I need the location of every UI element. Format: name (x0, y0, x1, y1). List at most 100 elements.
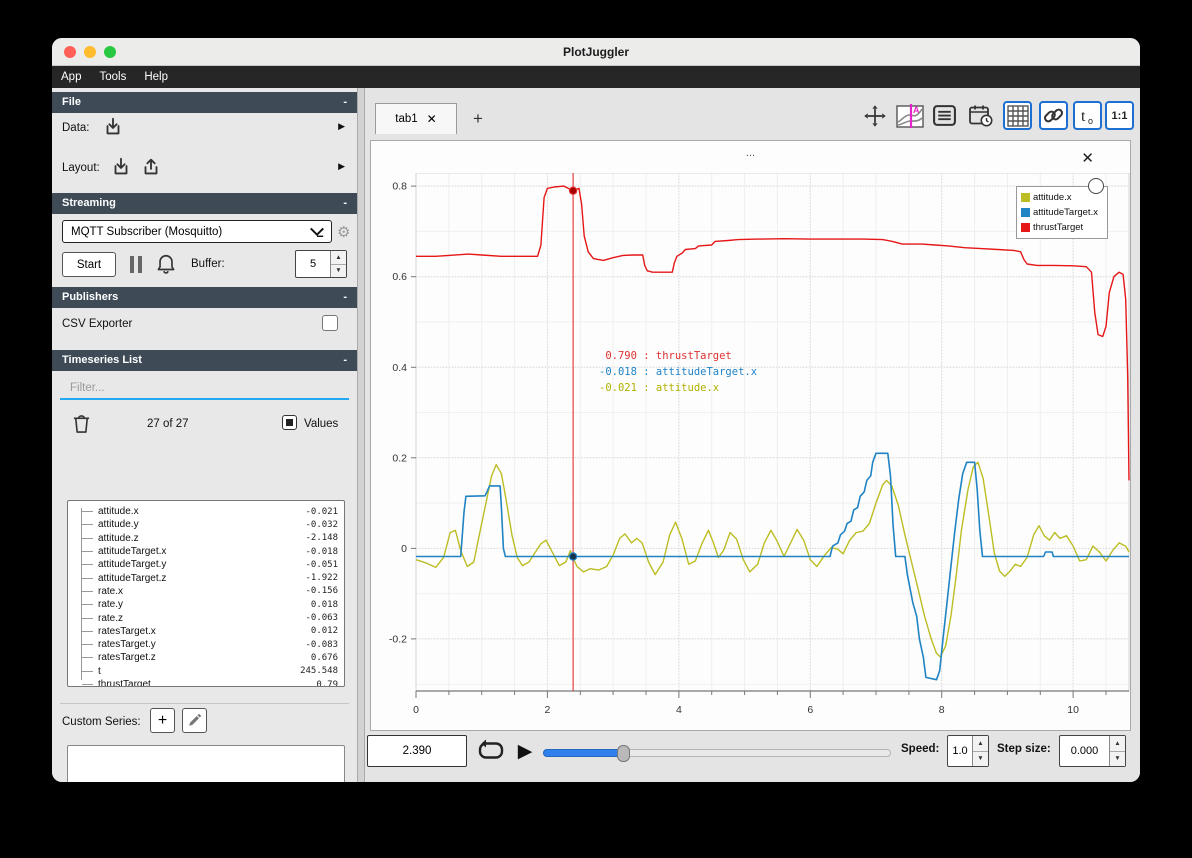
tree-guide-line (81, 508, 82, 680)
timeseries-row[interactable]: attitudeTarget.z -1.922 (74, 571, 338, 584)
legend-toggle-icon[interactable] (1088, 178, 1104, 194)
timeseries-section-header[interactable]: Timeseries List - (52, 350, 357, 371)
timeseries-row[interactable]: rate.z -0.063 (74, 611, 338, 624)
trash-icon[interactable] (72, 413, 91, 434)
slider-handle[interactable] (617, 745, 631, 762)
timeseries-row[interactable]: attitudeTarget.x -0.018 (74, 545, 338, 558)
link-axes-button[interactable] (1039, 101, 1068, 130)
timeseries-name[interactable]: ratesTarget.x (98, 626, 311, 637)
timeseries-name[interactable]: attitude.y (98, 519, 305, 530)
collapse-icon[interactable]: - (343, 193, 347, 214)
filter-input[interactable] (60, 378, 349, 400)
load-layout-icon[interactable] (110, 156, 132, 178)
buffer-spinbox[interactable]: 5 ▲ ▼ (295, 250, 347, 278)
tree-branch-icon (82, 630, 93, 632)
legend-series-name: attitude.x (1033, 192, 1072, 203)
custom-series-list[interactable] (67, 745, 345, 782)
tracker-tooltip: 0.790 : thrustTarget -0.018 : attitudeTar… (599, 349, 757, 396)
collapse-icon[interactable]: - (343, 92, 347, 113)
curve-list-button[interactable] (930, 101, 959, 130)
plot-canvas[interactable]: 0 2 4 6 8 10 -0.2 0 0.2 0.4 0.6 0.8 (371, 172, 1132, 732)
load-data-icon[interactable] (102, 116, 124, 138)
timeseries-name[interactable]: t (98, 666, 300, 677)
tree-branch-icon (82, 524, 93, 526)
values-checkbox[interactable] (282, 415, 297, 430)
data-menu-arrow-icon[interactable]: ▶ (338, 121, 345, 132)
new-tab-button[interactable]: + (465, 106, 491, 132)
timeseries-row[interactable]: ratesTarget.z 0.676 (74, 651, 338, 664)
timeseries-list[interactable]: attitude.x -0.021 attitude.y -0.032 attitude… (67, 500, 345, 687)
legend-entry[interactable]: thrustTarget (1021, 220, 1103, 235)
timeseries-name[interactable]: attitude.z (98, 533, 305, 544)
menu-help[interactable]: Help (135, 71, 177, 83)
timeseries-name[interactable]: attitude.x (98, 506, 305, 517)
timeseries-row[interactable]: attitude.y -0.032 (74, 518, 338, 531)
curve-tracker-button[interactable]: A (893, 101, 926, 130)
loop-button[interactable] (477, 737, 505, 765)
timeseries-name[interactable]: rate.y (98, 599, 311, 610)
step-spin-arrows[interactable]: ▲ ▼ (1109, 736, 1125, 766)
add-custom-series-button[interactable]: + (150, 708, 175, 733)
calendar-clock-icon (968, 105, 992, 127)
edit-custom-series-button[interactable] (182, 708, 207, 733)
plot-widget[interactable]: ... ✕ 0 2 4 6 8 10 -0.2 0 0.2 0.4 0.6 0.8 attitude.… (370, 140, 1131, 731)
pause-icon[interactable] (130, 256, 142, 273)
timeseries-name[interactable]: attitudeTarget.x (98, 546, 305, 557)
timeseries-row[interactable]: attitude.z -2.148 (74, 532, 338, 545)
collapse-icon[interactable]: - (343, 287, 347, 308)
tree-branch-icon (82, 604, 93, 606)
legend-entry[interactable]: attitudeTarget.x (1021, 205, 1103, 220)
grid-layout-button[interactable] (1003, 101, 1032, 130)
timeseries-name[interactable]: thrustTarget (98, 679, 316, 686)
timeseries-row[interactable]: attitudeTarget.y -0.051 (74, 558, 338, 571)
time-slider[interactable] (543, 745, 891, 762)
streaming-source-select[interactable]: MQTT Subscriber (Mosquitto) (62, 220, 332, 243)
timeseries-row[interactable]: ratesTarget.x 0.012 (74, 625, 338, 638)
timeseries-row[interactable]: rate.x -0.156 (74, 585, 338, 598)
svg-text:6: 6 (807, 704, 813, 716)
ratio-button[interactable]: 1:1 (1105, 101, 1134, 130)
layout-menu-arrow-icon[interactable]: ▶ (338, 161, 345, 172)
streaming-section-header[interactable]: Streaming - (52, 193, 357, 214)
notifications-bell-icon[interactable] (155, 252, 177, 276)
timeseries-row[interactable]: t 245.548 (74, 665, 338, 678)
values-label: Values (304, 418, 339, 430)
datetime-button[interactable] (966, 101, 995, 130)
save-layout-icon[interactable] (140, 156, 162, 178)
plot-title[interactable]: ... (371, 147, 1130, 159)
tab-close-icon[interactable]: ✕ (427, 112, 437, 126)
csv-exporter-checkbox[interactable] (322, 315, 338, 331)
timeseries-row[interactable]: thrustTarget 0.79 (74, 678, 338, 686)
timeseries-count: 27 of 27 (147, 418, 189, 430)
menu-tools[interactable]: Tools (90, 71, 135, 83)
timeseries-name[interactable]: rate.z (98, 613, 305, 624)
plot-close-icon[interactable]: ✕ (1081, 151, 1094, 166)
file-section-header[interactable]: File - (52, 92, 357, 113)
timeseries-name[interactable]: attitudeTarget.y (98, 559, 305, 570)
timeseries-name[interactable]: ratesTarget.y (98, 639, 305, 650)
menu-app[interactable]: App (52, 71, 90, 83)
timeseries-row[interactable]: rate.y 0.018 (74, 598, 338, 611)
move-tool-button[interactable] (860, 101, 889, 130)
time-field[interactable]: 2.390 (367, 735, 467, 767)
start-streaming-button[interactable]: Start (62, 252, 116, 277)
buffer-spin-arrows[interactable]: ▲ ▼ (330, 251, 346, 277)
collapse-icon[interactable]: - (343, 350, 347, 371)
time-offset-button[interactable]: to (1073, 101, 1102, 130)
streaming-settings-gear-icon[interactable]: ⚙ (337, 223, 350, 241)
tracker-tooltip-line: -0.021 : attitude.x (599, 381, 720, 394)
window-title: PlotJuggler (562, 45, 629, 59)
step-size-spinbox[interactable]: 0.000 ▲ ▼ (1059, 735, 1126, 767)
speed-spin-arrows[interactable]: ▲ ▼ (972, 736, 988, 766)
timeseries-row[interactable]: attitude.x -0.021 (74, 505, 338, 518)
slider-fill (543, 749, 624, 757)
speed-spinbox[interactable]: 1.0 ▲ ▼ (947, 735, 989, 767)
timeseries-name[interactable]: attitudeTarget.z (98, 573, 305, 584)
sidebar-splitter[interactable] (357, 88, 365, 782)
timeseries-row[interactable]: ratesTarget.y -0.083 (74, 638, 338, 651)
timeseries-name[interactable]: rate.x (98, 586, 305, 597)
publishers-section-header[interactable]: Publishers - (52, 287, 357, 308)
timeseries-name[interactable]: ratesTarget.z (98, 652, 311, 663)
play-button[interactable]: ▶ (511, 737, 539, 765)
tab-tab1[interactable]: tab1 ✕ (375, 103, 457, 134)
